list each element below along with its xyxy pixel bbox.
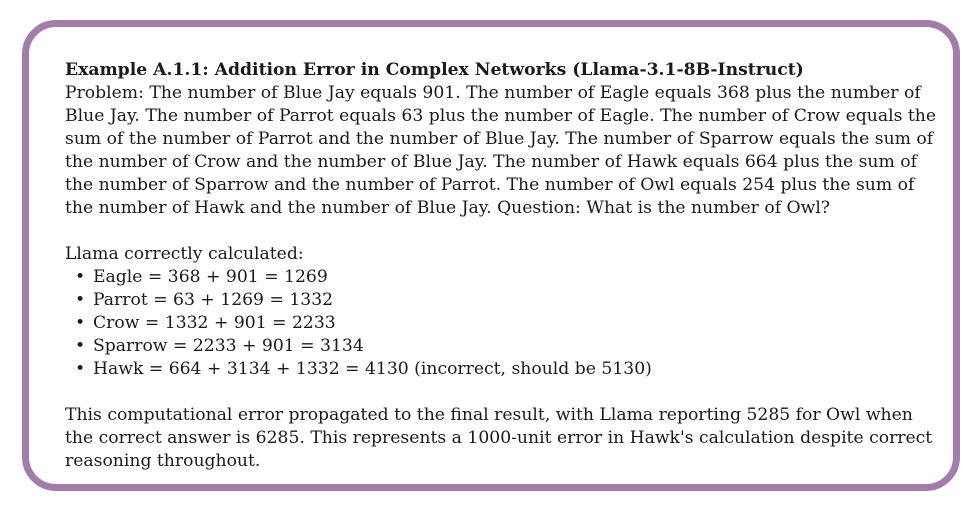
step-text: Crow = 1332 + 901 = 2233 xyxy=(93,313,336,333)
example-content: Example A.1.1: Addition Error in Complex… xyxy=(65,59,945,473)
conclusion-text: This computational error propagated to t… xyxy=(65,405,933,471)
bullet-icon: • xyxy=(75,290,86,310)
example-title: Example A.1.1: Addition Error in Complex… xyxy=(65,60,804,80)
calculation-steps-list: • Eagle = 368 + 901 = 1269 • Parrot = 63 +… xyxy=(65,266,945,381)
step-text: Eagle = 368 + 901 = 1269 xyxy=(93,267,328,287)
calculation-intro: Llama correctly calculated: xyxy=(65,244,304,264)
bullet-icon: • xyxy=(75,336,86,356)
list-item: • Parrot = 63 + 1269 = 1332 xyxy=(75,289,945,312)
problem-text: Problem: The number of Blue Jay equals 9… xyxy=(65,83,937,218)
step-text: Parrot = 63 + 1269 = 1332 xyxy=(93,290,334,310)
list-item: • Hawk = 664 + 3134 + 1332 = 4130 (incorr… xyxy=(75,358,945,381)
bullet-icon: • xyxy=(75,359,86,379)
list-item: • Eagle = 368 + 901 = 1269 xyxy=(75,266,945,289)
step-text: Sparrow = 2233 + 901 = 3134 xyxy=(93,336,364,356)
example-box: Example A.1.1: Addition Error in Complex… xyxy=(22,20,960,491)
list-item: • Sparrow = 2233 + 901 = 3134 xyxy=(75,335,945,358)
bullet-icon: • xyxy=(75,267,86,287)
step-text: Hawk = 664 + 3134 + 1332 = 4130 (incorre… xyxy=(93,359,652,379)
list-item: • Crow = 1332 + 901 = 2233 xyxy=(75,312,945,335)
bullet-icon: • xyxy=(75,313,86,333)
